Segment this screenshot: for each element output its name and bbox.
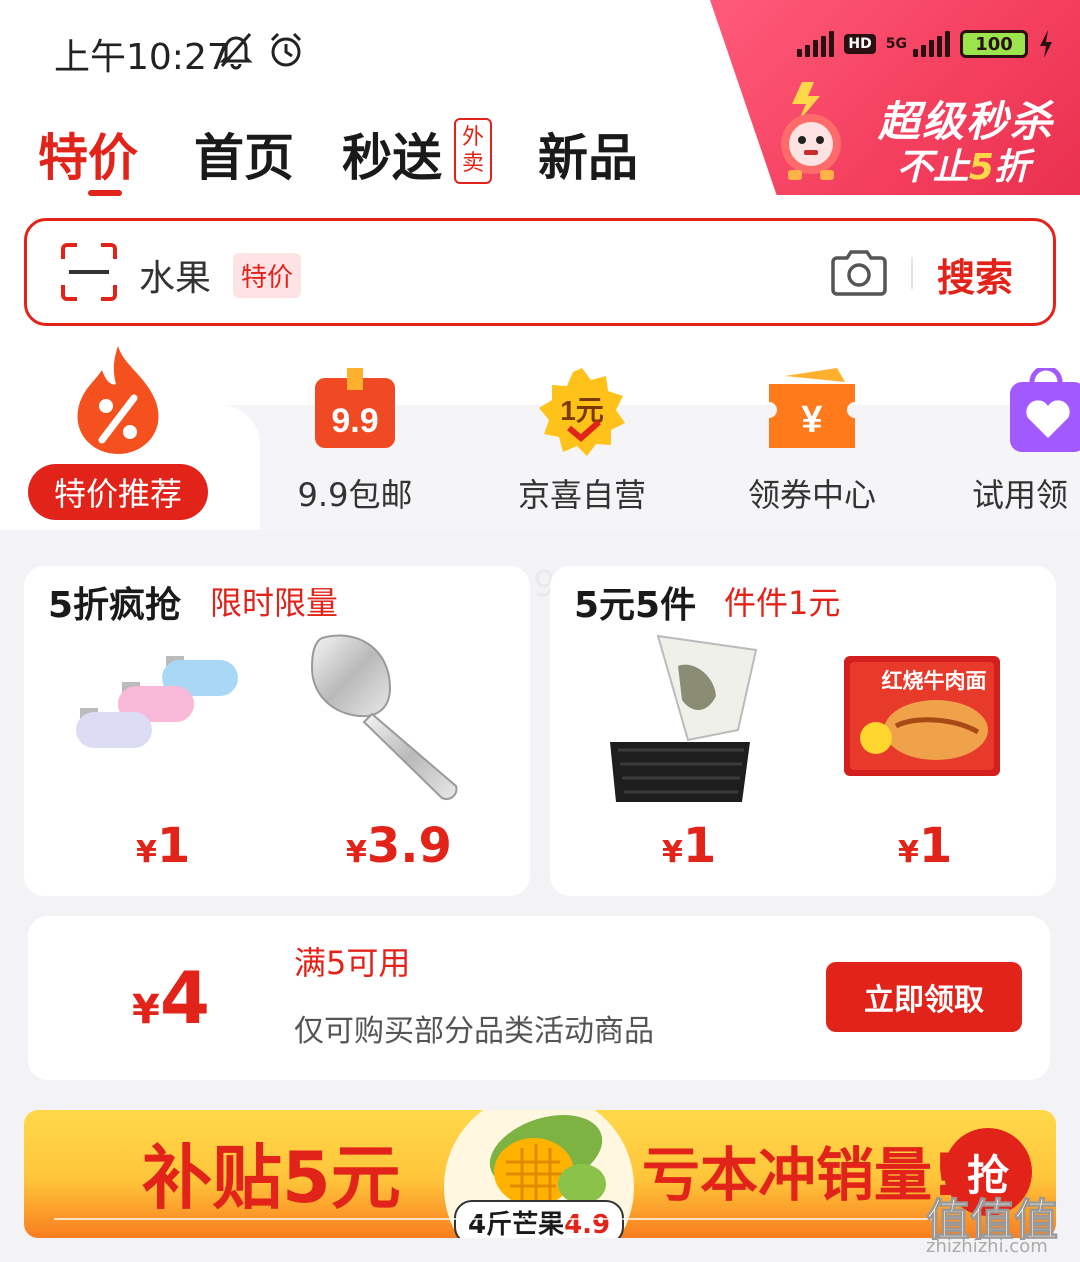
category-trial[interactable]: 试用领 bbox=[972, 368, 1080, 516]
category-9-9-free-shipping[interactable]: 9.9 9.9包邮 bbox=[296, 368, 414, 516]
bell-off-icon bbox=[219, 33, 253, 70]
category-label: 京喜自营 bbox=[517, 476, 646, 514]
five-for-five-deal-card[interactable]: 5元5件 件件1元 红烧牛肉面 ¥1 ¥1 bbox=[550, 566, 1056, 896]
noodle-pack-image[interactable]: 红烧牛肉面 bbox=[844, 656, 1000, 776]
hd-badge: HD bbox=[844, 34, 876, 54]
banner-dots bbox=[54, 1218, 934, 1220]
deal-price: ¥3.9 bbox=[346, 818, 452, 874]
tab-underline bbox=[88, 190, 122, 196]
tab-special-price[interactable]: 特价 bbox=[38, 118, 138, 190]
deal-title: 5折疯抢 bbox=[48, 585, 182, 626]
category-label: 试用领 bbox=[972, 476, 1069, 514]
promo-subtitle: 不止5折 bbox=[896, 147, 1030, 188]
category-jingxi-self[interactable]: 1元 京喜自营 bbox=[512, 368, 652, 516]
url-watermark: zhizhizhi.com bbox=[926, 1236, 1048, 1257]
mango-image bbox=[489, 1115, 606, 1206]
battery-icon: 100 bbox=[960, 30, 1028, 58]
camera-icon[interactable] bbox=[829, 248, 889, 298]
search-divider bbox=[911, 257, 913, 289]
coupon-description: 仅可购买部分品类活动商品 bbox=[294, 1014, 654, 1049]
banner-subsidy-text: 补贴5元 bbox=[142, 1137, 401, 1219]
deal-title: 5元5件 bbox=[574, 585, 697, 626]
trash-bag-image[interactable] bbox=[608, 626, 768, 804]
category-label: 领券中心 bbox=[747, 476, 876, 514]
gift-box-9-9-icon: 9.9 bbox=[315, 368, 395, 448]
category-label: 9.9包邮 bbox=[297, 476, 413, 514]
status-icons bbox=[218, 30, 306, 70]
heart-bag-icon bbox=[1010, 368, 1080, 452]
search-tag: 特价 bbox=[233, 253, 302, 298]
tab-home[interactable]: 首页 bbox=[194, 118, 294, 190]
search-input[interactable]: 水果 bbox=[139, 249, 211, 301]
signal-status: HD 5G 100 bbox=[797, 30, 1054, 58]
coupon-condition: 满5可用 bbox=[294, 944, 411, 982]
spoon-image[interactable] bbox=[306, 628, 476, 803]
signal-icon-2 bbox=[913, 31, 950, 57]
mango-subsidy-banner[interactable]: 补贴5元 亏本冲销量! 4斤芒果4.9 抢 bbox=[24, 1110, 1056, 1238]
flame-percent-icon[interactable] bbox=[72, 346, 164, 454]
alarm-clock-mascot-icon bbox=[781, 82, 841, 180]
deal-subtitle: 件件1元 bbox=[724, 584, 841, 622]
signal-icon bbox=[797, 31, 835, 57]
deal-price: ¥1 bbox=[136, 818, 191, 874]
banner-slogan: 亏本冲销量! bbox=[642, 1141, 959, 1209]
coupon-amount: ¥4 bbox=[132, 956, 210, 1040]
status-time: 上午10:27 bbox=[54, 37, 230, 78]
yen-coupon-icon: ¥ bbox=[769, 368, 855, 448]
deal-price: ¥1 bbox=[898, 818, 953, 874]
deal-subtitle: 限时限量 bbox=[210, 584, 339, 622]
search-button[interactable]: 搜索 bbox=[937, 247, 1013, 302]
category-special-recommend[interactable]: 特价推荐 bbox=[28, 464, 208, 520]
tab-instant-delivery[interactable]: 秒送 bbox=[342, 118, 442, 190]
scan-icon[interactable] bbox=[59, 241, 119, 303]
half-price-deal-card[interactable]: 5折疯抢 限时限量 ¥1 ¥3.9 bbox=[24, 566, 530, 896]
claim-coupon-button[interactable]: 立即领取 bbox=[826, 962, 1022, 1032]
svg-text:¥: ¥ bbox=[801, 399, 822, 441]
category-coupon-center[interactable]: ¥ 领券中心 bbox=[742, 368, 882, 516]
tab-new-products[interactable]: 新品 bbox=[538, 118, 638, 190]
alarm-icon bbox=[270, 32, 302, 67]
utility-knife-image[interactable] bbox=[76, 650, 246, 780]
coupon-card: ¥4 满5可用 仅可购买部分品类活动商品 立即领取 bbox=[28, 916, 1050, 1080]
battery-level: 100 bbox=[975, 33, 1013, 55]
svg-text:9.9: 9.9 bbox=[331, 402, 378, 440]
charging-icon bbox=[1040, 30, 1052, 58]
search-bar[interactable]: 水果 特价 搜索 bbox=[24, 218, 1056, 326]
svg-text:红烧牛肉面: 红烧牛肉面 bbox=[882, 669, 987, 693]
network-label: 5G bbox=[885, 36, 907, 52]
deal-price: ¥1 bbox=[662, 818, 717, 874]
one-yuan-badge-icon: 1元 bbox=[539, 368, 625, 456]
takeout-badge: 外卖 bbox=[454, 118, 492, 184]
